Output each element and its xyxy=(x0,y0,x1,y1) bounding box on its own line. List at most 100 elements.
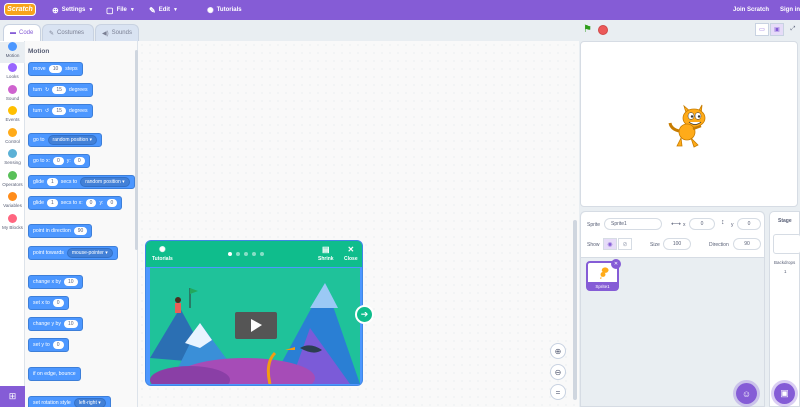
stage-target-pane[interactable]: Stage Backdrops 1 xyxy=(769,211,800,407)
stop-button[interactable] xyxy=(598,25,608,35)
stage-thumbnail[interactable] xyxy=(773,234,800,254)
block-input[interactable]: 10 xyxy=(63,278,78,286)
category-sound[interactable]: Sound xyxy=(0,85,25,106)
category-control[interactable]: Control xyxy=(0,128,25,149)
zoom-reset-button[interactable]: = xyxy=(550,384,566,400)
tab-costumes[interactable]: ✎ Costumes xyxy=(42,24,94,41)
cat-sprite[interactable] xyxy=(667,98,707,150)
tutorials-button[interactable]: ✺ Tutorials xyxy=(152,245,173,262)
join-scratch-link[interactable]: Join Scratch xyxy=(733,0,769,20)
block-set-y[interactable]: set y to 0 xyxy=(28,338,69,352)
x-field[interactable]: 0 xyxy=(689,218,715,230)
block-glide-xy[interactable]: glide 1 secs to x: 0 y: 0 xyxy=(28,196,123,210)
close-button[interactable]: ✕ Close xyxy=(344,245,358,262)
block-turn-right[interactable]: turn ↻ 15 degrees xyxy=(28,83,93,97)
file-label: File xyxy=(116,7,127,13)
eye-slash-icon: ⊘ xyxy=(622,241,628,248)
step-dot[interactable] xyxy=(244,252,248,256)
step-dot[interactable] xyxy=(236,252,240,256)
brush-icon: ✎ xyxy=(49,30,55,37)
category-label: Sensing xyxy=(4,160,21,165)
step-dot[interactable] xyxy=(252,252,256,256)
category-variables[interactable]: Variables xyxy=(0,192,25,213)
block-input[interactable]: 0 xyxy=(73,157,85,165)
category-events[interactable]: Events xyxy=(0,106,25,127)
close-icon: ✕ xyxy=(347,245,355,254)
category-motion[interactable]: Motion xyxy=(0,42,25,63)
add-backdrop-button[interactable]: ▣ xyxy=(774,383,795,404)
block-input[interactable]: 90 xyxy=(73,227,88,235)
small-stage-button[interactable]: ▭ xyxy=(755,23,769,36)
tab-costumes-label: Costumes xyxy=(57,30,85,36)
equals-icon: = xyxy=(555,387,561,397)
block-change-x[interactable]: change x by 10 xyxy=(28,275,83,289)
category-looks[interactable]: Looks xyxy=(0,63,25,84)
block-dropdown[interactable]: random position ▾ xyxy=(80,177,130,187)
large-stage-button[interactable]: ▣ xyxy=(770,23,784,36)
block-dropdown[interactable]: mouse-pointer ▾ xyxy=(66,248,113,258)
add-sprite-button[interactable]: ☺ xyxy=(736,383,757,404)
add-extension-button[interactable]: ⊞ xyxy=(0,386,25,407)
block-input[interactable]: 1 xyxy=(46,178,58,186)
delete-sprite-button[interactable]: ✕ xyxy=(611,259,621,269)
zoom-in-button[interactable]: ⊕ xyxy=(550,343,566,359)
tab-sounds[interactable]: ◀) Sounds xyxy=(95,24,139,41)
stage-canvas[interactable] xyxy=(580,41,798,207)
file-menu[interactable]: ▢ File ▼ xyxy=(106,0,135,20)
block-input[interactable]: 15 xyxy=(52,107,66,115)
shrink-button[interactable]: ▤ Shrink xyxy=(318,245,334,262)
show-hidden-toggle[interactable]: ⊘ xyxy=(618,238,632,250)
category-operators[interactable]: Operators xyxy=(0,171,25,192)
category-sensing[interactable]: Sensing xyxy=(0,149,25,170)
y-field[interactable]: 0 xyxy=(737,218,761,230)
block-rotation-style[interactable]: set rotation style left-right ▾ xyxy=(28,396,111,407)
block-input[interactable]: 0 xyxy=(53,157,64,165)
scratch-logo[interactable]: Scratch xyxy=(4,3,36,16)
green-flag-button[interactable]: ⚑ xyxy=(583,24,592,35)
block-set-x[interactable]: set x to 0 xyxy=(28,296,69,310)
block-move-steps[interactable]: move 10 steps xyxy=(28,62,83,76)
block-glide-to[interactable]: glide 1 secs to random position ▾ xyxy=(28,175,135,189)
category-my-blocks[interactable]: My Blocks xyxy=(0,214,25,235)
block-input[interactable]: 0 xyxy=(52,299,64,307)
fullscreen-button[interactable]: ⤢ xyxy=(786,23,800,36)
block-turn-left[interactable]: turn ↺ 15 degrees xyxy=(28,104,93,118)
menu-bar: Scratch ⊕ Settings ▼ ▢ File ▼ ✎ Edit ▼ ✺… xyxy=(0,0,800,20)
tutorial-video-thumbnail[interactable] xyxy=(150,268,360,384)
block-input[interactable]: 10 xyxy=(63,320,78,328)
block-dropdown[interactable]: left-right ▾ xyxy=(73,398,106,407)
block-input[interactable]: 0 xyxy=(106,199,118,207)
next-step-button[interactable]: ➔ xyxy=(355,305,374,324)
settings-label: Settings xyxy=(61,7,86,13)
block-go-to[interactable]: go to random position ▾ xyxy=(28,133,103,147)
block-input[interactable]: 1 xyxy=(46,199,58,207)
settings-menu[interactable]: ⊕ Settings ▼ xyxy=(52,0,93,20)
tutorials-menu[interactable]: ✺ Tutorials xyxy=(207,0,242,20)
size-field[interactable]: 100 xyxy=(663,238,691,250)
step-dot[interactable] xyxy=(228,252,232,256)
sign-in-link[interactable]: Sign in xyxy=(780,0,800,20)
tab-code[interactable]: ▬ Code xyxy=(3,24,41,41)
block-input[interactable]: 0 xyxy=(52,341,64,349)
step-dot[interactable] xyxy=(260,252,264,256)
sprite-thumbnail[interactable]: Sprite1 ✕ xyxy=(586,259,621,291)
show-visible-toggle[interactable]: ◉ xyxy=(603,238,617,250)
workspace-scrollbar[interactable] xyxy=(573,220,577,400)
block-input[interactable]: 15 xyxy=(52,86,66,94)
block-point-direction[interactable]: point in direction 90 xyxy=(28,224,93,238)
edit-menu[interactable]: ✎ Edit ▼ xyxy=(149,0,178,20)
sprite-name-field[interactable]: Sprite1 xyxy=(604,218,662,230)
block-go-to-xy[interactable]: go to x: 0 y: 0 xyxy=(28,154,90,168)
direction-field[interactable]: 90 xyxy=(733,238,761,250)
block-text: move xyxy=(33,66,46,72)
events-dot xyxy=(8,106,17,115)
block-dropdown[interactable]: random position ▾ xyxy=(47,135,98,145)
block-change-y[interactable]: change y by 10 xyxy=(28,317,83,331)
block-point-towards[interactable]: point towards mouse-pointer ▾ xyxy=(28,246,118,260)
block-input[interactable]: 10 xyxy=(48,65,63,73)
zoom-out-button[interactable]: ⊖ xyxy=(550,364,566,380)
block-input[interactable]: 0 xyxy=(85,199,97,207)
block-bounce[interactable]: if on edge, bounce xyxy=(28,367,81,381)
block-text: set rotation style xyxy=(33,400,71,406)
edit-label: Edit xyxy=(158,7,171,13)
